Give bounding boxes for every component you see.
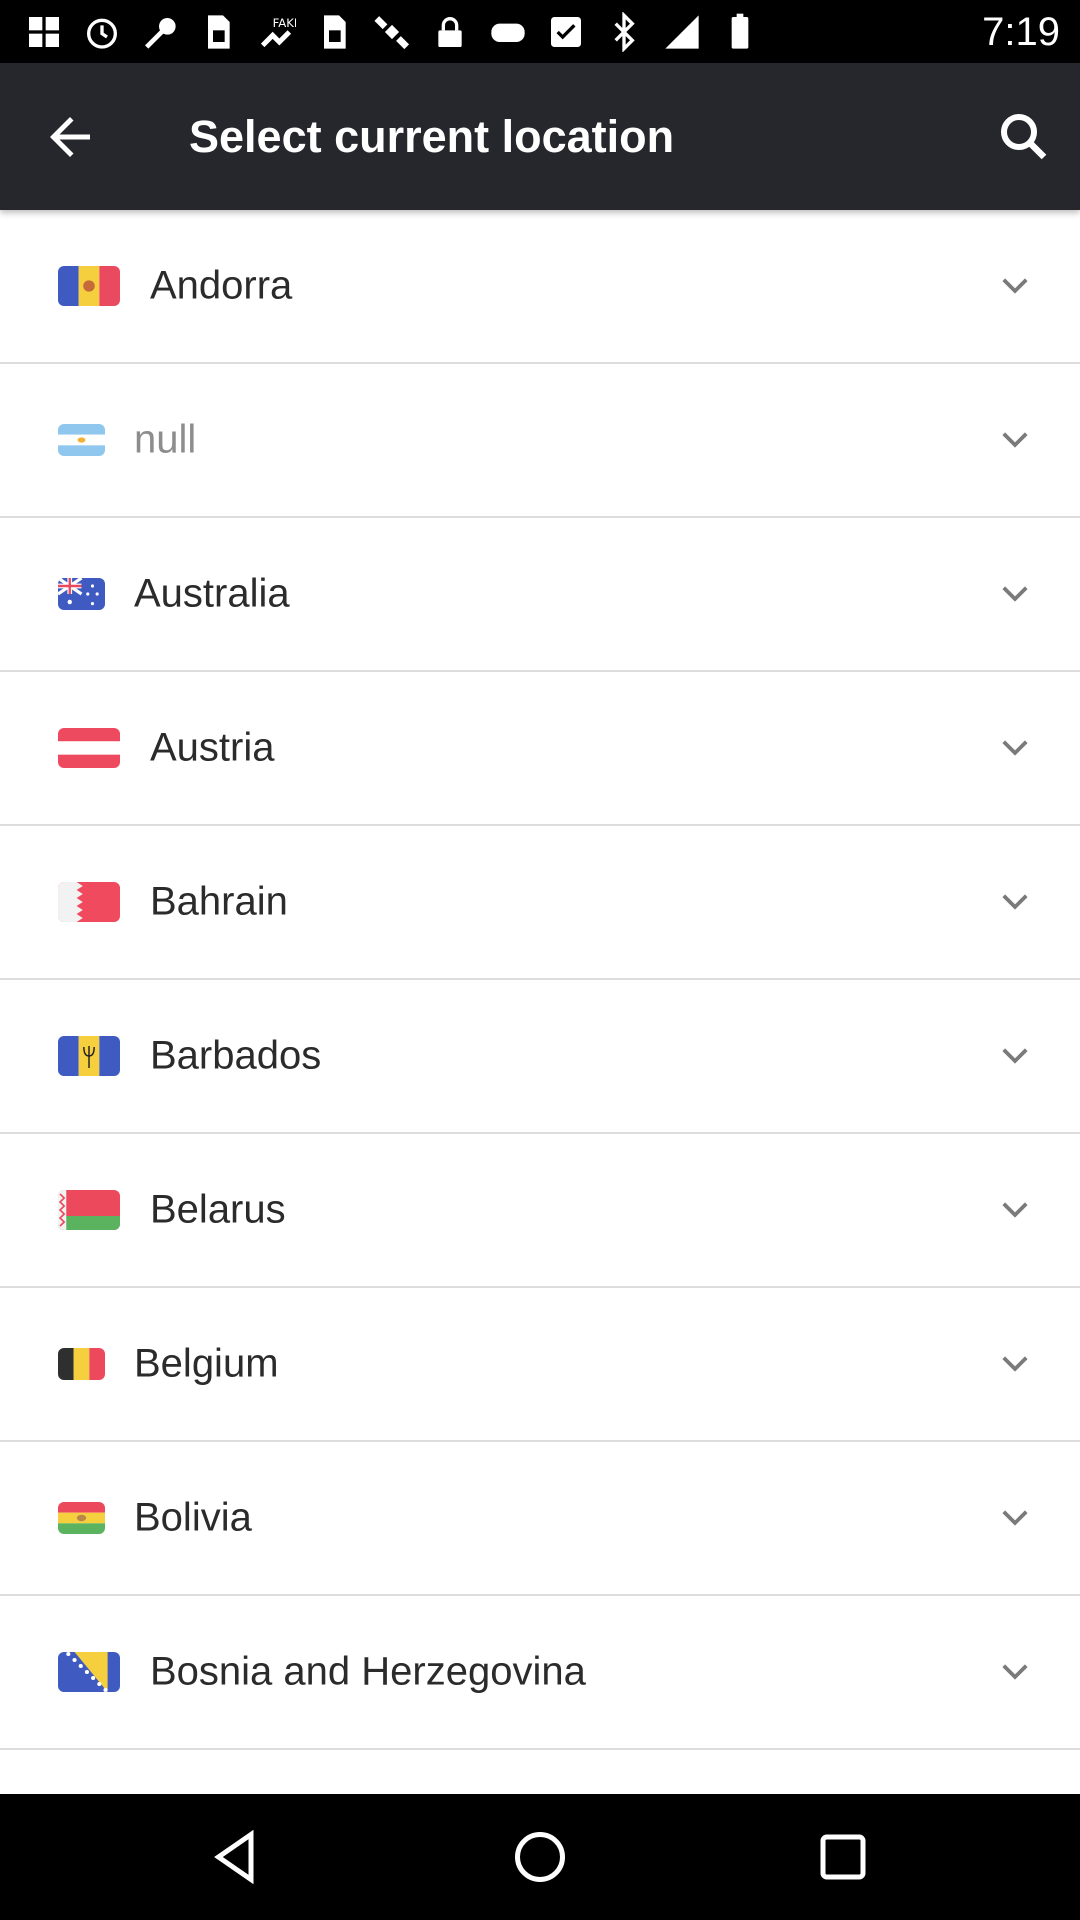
country-list: Andorra null Australia Austria Bahrain B… (0, 210, 1080, 1794)
app-bar: Select current location (0, 63, 1080, 210)
satellite-icon (374, 16, 410, 50)
country-name: Bosnia and Herzegovina (150, 1649, 586, 1694)
fake-gps-icon: FAKE (260, 16, 296, 48)
svg-text:FAKE: FAKE (273, 16, 296, 30)
navigation-bar (0, 1794, 1080, 1920)
list-item[interactable]: null (0, 364, 1080, 518)
chevron-down-icon[interactable] (1000, 1508, 1030, 1528)
search-icon[interactable] (994, 107, 1054, 167)
list-item[interactable]: Belarus (0, 1134, 1080, 1288)
battery-icon (731, 13, 749, 49)
gallery-icon (29, 17, 59, 47)
back-triangle-icon[interactable] (206, 1827, 266, 1887)
gamepad-icon (491, 23, 525, 42)
chevron-down-icon[interactable] (1000, 584, 1030, 604)
list-item[interactable]: Bahrain (0, 826, 1080, 980)
chevron-down-icon[interactable] (1000, 892, 1030, 912)
chevron-down-icon[interactable] (1000, 1200, 1030, 1220)
back-arrow-icon[interactable] (40, 107, 100, 167)
list-item[interactable]: Barbados (0, 980, 1080, 1134)
austria-flag-icon (58, 728, 120, 768)
country-name: Belarus (150, 1187, 286, 1232)
signal-icon (665, 15, 699, 49)
list-item[interactable]: Austria (0, 672, 1080, 826)
country-name: Andorra (150, 263, 293, 308)
list-item[interactable]: Bolivia (0, 1442, 1080, 1596)
country-name: null (134, 417, 197, 462)
andorra-flag-icon (58, 266, 120, 306)
argentina-flag-icon (58, 424, 105, 456)
alarm-icon (87, 18, 117, 49)
home-circle-icon[interactable] (510, 1827, 570, 1887)
bosnia-flag-icon (58, 1652, 120, 1692)
belarus-flag-icon (58, 1190, 120, 1230)
chevron-down-icon[interactable] (1000, 1662, 1030, 1682)
list-item[interactable]: Andorra (0, 210, 1080, 364)
sim-icon (324, 15, 346, 49)
country-name: Australia (134, 571, 290, 616)
list-item[interactable]: Australia (0, 518, 1080, 672)
country-name: Austria (150, 725, 275, 770)
status-icons: FAKE (24, 12, 760, 52)
chevron-down-icon[interactable] (1000, 1354, 1030, 1374)
chevron-down-icon[interactable] (1000, 1046, 1030, 1066)
wrench-icon (145, 18, 176, 49)
bolivia-flag-icon (58, 1502, 105, 1534)
sim-icon (208, 15, 230, 49)
chevron-down-icon[interactable] (1000, 430, 1030, 450)
bahrain-flag-icon (58, 882, 120, 922)
barbados-flag-icon (58, 1036, 120, 1076)
status-bar: FAKE 7:19 (0, 0, 1080, 63)
country-name: Belgium (134, 1341, 279, 1386)
list-item[interactable]: Belgium (0, 1288, 1080, 1442)
country-name: Bolivia (134, 1495, 252, 1540)
recents-square-icon[interactable] (813, 1827, 873, 1887)
list-item[interactable] (0, 1750, 1080, 1794)
status-time: 7:19 (982, 10, 1060, 54)
list-item[interactable]: Bosnia and Herzegovina (0, 1596, 1080, 1750)
chevron-down-icon[interactable] (1000, 276, 1030, 296)
country-name: Bahrain (150, 879, 288, 924)
checklist-icon (551, 17, 581, 47)
belgium-flag-icon (58, 1348, 105, 1380)
chevron-down-icon[interactable] (1000, 738, 1030, 758)
bluetooth-icon (614, 12, 635, 52)
australia-flag-icon (58, 578, 105, 610)
page-title: Select current location (189, 111, 675, 162)
country-name: Barbados (150, 1033, 322, 1078)
lock-icon (438, 17, 462, 47)
